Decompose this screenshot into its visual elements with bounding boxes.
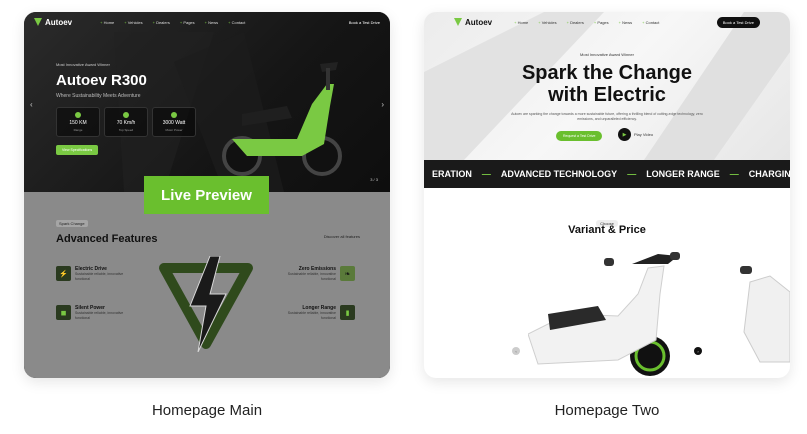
request-test-drive-button[interactable]: Request a Test Drive	[556, 131, 603, 141]
hero-title-line1: Spark the Change	[521, 62, 693, 84]
marquee-separator: —	[729, 169, 739, 179]
stat-value: 150 KM	[69, 120, 87, 126]
menu-item-home[interactable]: Home	[514, 20, 529, 25]
menu-item-contact[interactable]: Contact	[228, 20, 246, 25]
stat-range: 150 KM Range	[56, 107, 100, 137]
logo-icon	[454, 18, 462, 26]
marquee-item: CHARGING P	[748, 169, 790, 179]
top-nav: Autoev Home Vehicles Dealers Pages News …	[24, 12, 390, 32]
white-scooter-image-partial	[740, 266, 790, 363]
caption-homepage-main: Homepage Main	[151, 402, 263, 419]
prev-slide-icon[interactable]: ‹	[30, 100, 33, 109]
stat-unit: Range	[73, 128, 83, 132]
menu-item-dealers[interactable]: Dealers	[567, 20, 584, 25]
hero-title: Spark the Change with Electric	[424, 62, 790, 106]
hero-subtitle: Where Sustainability Meets Adventure	[56, 93, 141, 99]
next-slide-icon[interactable]: ›	[381, 100, 384, 109]
marquee-item: ADVANCED TECHNOLOGY	[500, 169, 618, 179]
white-scooter-image	[528, 252, 680, 376]
slide-pager: 3 / 3	[370, 177, 378, 182]
menu-item-vehicles[interactable]: Vehicles	[538, 20, 557, 25]
spec-stats: 150 KM Range 70 Km/h Top Speed 3000 Watt…	[56, 107, 196, 137]
logo[interactable]: Autoev	[34, 18, 72, 27]
stat-power: 3000 Watt Motor Power	[152, 107, 196, 137]
feature-desc: Sustainable reliable, innovative functio…	[287, 272, 336, 281]
power-icon	[171, 112, 177, 118]
next-variant-icon[interactable]: ›	[694, 347, 702, 355]
brand-name: Autoev	[45, 17, 73, 27]
menu-item-pages[interactable]: Pages	[180, 20, 194, 25]
menu-item-contact[interactable]: Contact	[642, 20, 660, 25]
leaf-icon: ❧	[340, 266, 355, 281]
discover-features-link[interactable]: Discover all features	[324, 234, 360, 239]
battery-icon: ▮	[340, 305, 355, 320]
marquee-separator: —	[481, 169, 491, 179]
homepage-main-card[interactable]: Autoev Home Vehicles Dealers Pages News …	[24, 12, 390, 378]
marquee-separator: —	[627, 169, 637, 179]
stat-value: 70 Km/h	[116, 120, 136, 126]
prev-variant-icon[interactable]: ‹	[512, 347, 520, 355]
book-test-drive-button[interactable]: Book a Test Drive	[349, 20, 380, 25]
hero-title: Autoev R300	[56, 72, 147, 89]
sound-icon: ◼	[56, 305, 71, 320]
triangle-bolt-graphic	[159, 256, 253, 352]
feature-silent-power: ◼ Silent Power Sustainable reliable, inn…	[56, 305, 125, 321]
play-video-button[interactable]: ▶ Play Video	[618, 128, 653, 141]
feature-zero-emissions: ❧ Zero Emissions Sustainable reliable, i…	[286, 266, 355, 282]
menu-item-home[interactable]: Home	[100, 20, 115, 25]
menu-item-dealers[interactable]: Dealers	[153, 20, 170, 25]
stat-speed: 70 Km/h Top Speed	[104, 107, 148, 137]
caption-homepage-two: Homepage Two	[554, 402, 660, 419]
marquee-item: ERATION	[432, 169, 472, 179]
award-badge: Most Innovative Award Winner	[580, 52, 634, 57]
menu-item-pages[interactable]: Pages	[594, 20, 608, 25]
marquee-item: LONGER RANGE	[646, 169, 720, 179]
main-menu: Home Vehicles Dealers Pages News Contact	[514, 20, 660, 25]
logo-icon	[34, 18, 42, 26]
homepage-two-card[interactable]: Autoev Home Vehicles Dealers Pages News …	[424, 12, 790, 378]
live-preview-button[interactable]: Live Preview	[144, 176, 269, 214]
feature-longer-range: ▮ Longer Range Sustainable reliable, inn…	[286, 305, 355, 321]
feature-marquee: ERATION — ADVANCED TECHNOLOGY — LONGER R…	[424, 160, 790, 188]
menu-item-vehicles[interactable]: Vehicles	[124, 20, 143, 25]
play-video-label: Play Video	[634, 132, 654, 137]
hero-section: Autoev Home Vehicles Dealers Pages News …	[424, 12, 790, 160]
view-specifications-button[interactable]: View Specifications	[56, 145, 99, 155]
play-icon: ▶	[618, 128, 631, 141]
feature-desc: Sustainable reliable, innovative functio…	[75, 311, 124, 320]
feature-desc: Sustainable reliable, innovative functio…	[287, 311, 336, 320]
stat-unit: Motor Power	[165, 128, 183, 132]
stat-value: 3000 Watt	[162, 120, 186, 126]
feature-electric-drive: ⚡ Electric Drive Sustainable reliable, i…	[56, 266, 125, 282]
stat-unit: Top Speed	[118, 128, 134, 132]
feature-desc: Sustainable reliable, innovative functio…	[75, 272, 124, 281]
variant-price-title: Variant & Price	[568, 224, 646, 236]
logo[interactable]: Autoev	[454, 18, 492, 27]
main-menu: Home Vehicles Dealers Pages News Contact	[100, 20, 246, 25]
green-scooter-image	[222, 62, 342, 176]
hero-title-line2: with Electric	[548, 84, 666, 106]
speed-icon	[123, 112, 129, 118]
section-tag: Spark Change	[56, 220, 88, 227]
book-test-drive-button[interactable]: Book a Test Drive	[716, 16, 760, 28]
brand-name: Autoev	[465, 17, 493, 27]
top-nav: Autoev Home Vehicles Dealers Pages News …	[424, 12, 790, 32]
award-badge: Most Innovative Award Winner	[56, 62, 110, 67]
menu-item-news[interactable]: News	[205, 20, 218, 25]
hero-description: Autoev are sparking the change towards a…	[511, 112, 703, 121]
hero-section: Autoev Home Vehicles Dealers Pages News …	[24, 12, 390, 192]
menu-item-news[interactable]: News	[619, 20, 632, 25]
range-icon	[75, 112, 81, 118]
section-title: Advanced Features	[56, 233, 158, 245]
bolt-icon: ⚡	[56, 266, 71, 281]
